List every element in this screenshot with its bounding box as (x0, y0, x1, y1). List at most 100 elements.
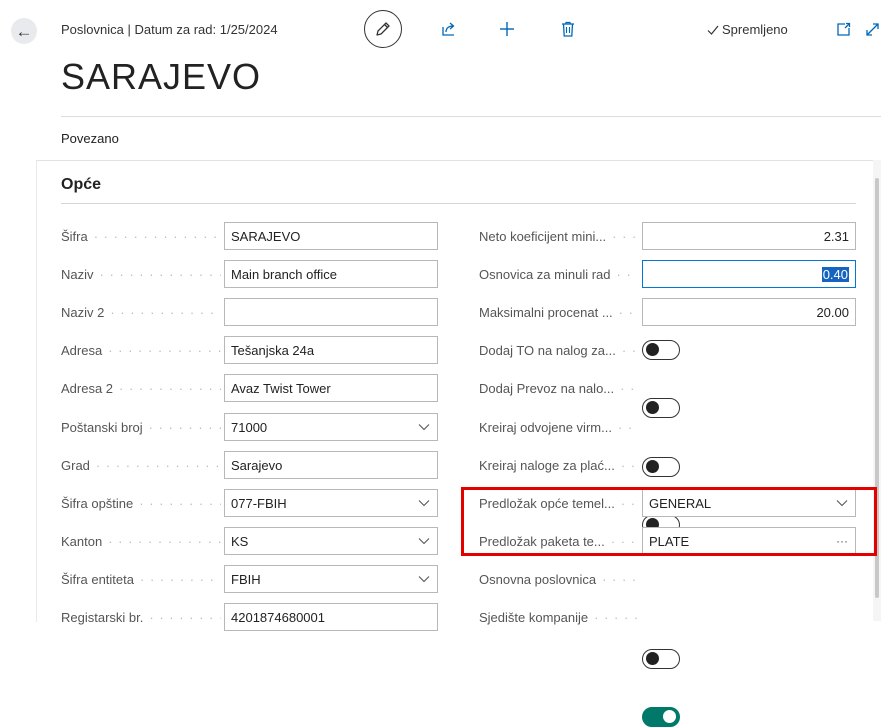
toggle-knob (646, 652, 659, 665)
chevron-down-icon[interactable] (417, 572, 431, 586)
field-leader-dots: · · · · · · · · · · · · · · · · · · (616, 266, 638, 282)
neto-koeficijent-mini-field[interactable]: 2.31 (642, 222, 856, 250)
field-label: Poštanski broj · · · · · · · · · · · · · … (61, 413, 221, 441)
field-value: Avaz Twist Tower (231, 380, 331, 396)
field-value: 4201874680001 (231, 609, 325, 625)
chevron-down-icon[interactable] (417, 534, 431, 548)
field-value: KS (231, 533, 249, 549)
field-label-text: Kanton (61, 533, 103, 549)
delete-button[interactable] (557, 18, 579, 40)
field-leader-dots: · · · · · · · · · · · · · · · · · · (110, 304, 221, 320)
dodaj-to-na-nalog-za-toggle[interactable] (642, 340, 680, 360)
expand-button[interactable] (864, 18, 881, 40)
naziv-field[interactable]: Main branch office (224, 260, 438, 288)
new-button[interactable] (496, 18, 518, 40)
field-leader-dots: · · · · · · · · · · · · · · · · · · (108, 533, 221, 549)
expand-icon (866, 22, 879, 36)
header-divider (61, 116, 881, 117)
chevron-down-icon[interactable] (417, 420, 431, 434)
field-label-text: Adresa (61, 342, 103, 358)
field-label-text: Dodaj TO na nalog za... (479, 342, 616, 358)
field-label-text: Naziv (61, 266, 94, 282)
back-button[interactable]: ← (11, 18, 37, 44)
field-label-text: Poštanski broj (61, 419, 143, 435)
field-value: Tešanjska 24a (231, 342, 315, 358)
osnovica-za-minuli-rad-field[interactable]: 0.40 (642, 260, 856, 288)
toggle-knob (646, 343, 659, 356)
field-leader-dots: · · · · · · · · · · · · · · · · · · (594, 609, 637, 625)
field-label: Osnovica za minuli rad · · · · · · · · · … (479, 260, 637, 288)
field-leader-dots: · · · · · · · · · · · · · · · · · · (140, 571, 221, 587)
field-leader-dots: · · · · · · · · · · · · · · · · · · (95, 457, 221, 473)
field-leader-dots: · · · · · · · · · · · · · · · · · · (149, 609, 221, 625)
field-label: Sjedište kompanije · · · · · · · · · · · … (479, 603, 637, 631)
chevron-down-icon[interactable] (417, 496, 431, 510)
pencil-icon (376, 22, 390, 36)
field-label: Adresa · · · · · · · · · · · · · · · · · … (61, 336, 221, 364)
checkmark-icon (707, 25, 719, 35)
field-leader-dots: · · · · · · · · · · · · · · · · · · (617, 419, 637, 435)
field-leader-dots: · · · · · · · · · · · · · · · · · · (99, 266, 221, 282)
field-label: Maksimalni procenat ... · · · · · · · · ·… (479, 298, 637, 326)
field-label: Kreiraj odvojene virm... · · · · · · · · … (479, 413, 637, 441)
field-value: Sarajevo (231, 457, 283, 473)
kanton-field[interactable]: KS (224, 527, 438, 555)
field-label: Dodaj Prevoz na nalo... · · · · · · · · ·… (479, 374, 637, 402)
maksimalni-procenat-field[interactable]: 20.00 (642, 298, 856, 326)
naziv-2-field[interactable] (224, 298, 438, 326)
field-leader-dots: · · · · · · · · · · · · · · · · · · (621, 342, 637, 358)
sjediste-kompanije-toggle[interactable] (642, 707, 680, 727)
kreiraj-odvojene-virm-toggle[interactable] (642, 457, 680, 477)
field-leader-dots: · · · · · · · · · · · · · · · · · · (618, 304, 637, 320)
field-leader-dots: · · · · · · · · · · · · · · · · · · (93, 228, 221, 244)
highlight-box (461, 487, 877, 556)
field-label-text: Osnovna poslovnica (479, 571, 597, 587)
field-leader-dots: · · · · · · · · · · · · · · · · · · (620, 380, 637, 396)
field-label-text: Kreiraj odvojene virm... (479, 419, 612, 435)
field-label-text: Registarski br. (61, 609, 144, 625)
field-label: Šifra entiteta · · · · · · · · · · · · · … (61, 565, 221, 593)
sifra-entiteta-field[interactable]: FBIH (224, 565, 438, 593)
grad-field[interactable]: Sarajevo (224, 451, 438, 479)
dodaj-prevoz-na-nalo-toggle[interactable] (642, 398, 680, 418)
field-label-text: Naziv 2 (61, 304, 105, 320)
field-label: Naziv · · · · · · · · · · · · · · · · · · (61, 260, 221, 288)
osnovna-poslovnica-toggle[interactable] (642, 649, 680, 669)
field-label: Šifra · · · · · · · · · · · · · · · · · · (61, 222, 221, 250)
sifra-field[interactable]: SARAJEVO (224, 222, 438, 250)
field-label-text: Neto koeficijent mini... (479, 228, 607, 244)
field-label-text: Grad (61, 457, 90, 473)
postanski-broj-field[interactable]: 71000 (224, 413, 438, 441)
field-label: Kreiraj naloge za plać... · · · · · · · ·… (479, 451, 637, 479)
field-label: Grad · · · · · · · · · · · · · · · · · · (61, 451, 221, 479)
registarski-br-field[interactable]: 4201874680001 (224, 603, 438, 631)
sifra-opstine-field[interactable]: 077-FBIH (224, 489, 438, 517)
plus-icon (500, 22, 514, 36)
adresa-field[interactable]: Tešanjska 24a (224, 336, 438, 364)
trash-icon (562, 21, 574, 37)
field-leader-dots: · · · · · · · · · · · · · · · · · · (139, 495, 221, 511)
field-leader-dots: · · · · · · · · · · · · · · · · · · (119, 380, 221, 396)
edit-button[interactable] (364, 10, 402, 48)
share-button[interactable] (438, 18, 460, 40)
field-label: Adresa 2 · · · · · · · · · · · · · · · · … (61, 374, 221, 402)
field-label: Šifra opštine · · · · · · · · · · · · · ·… (61, 489, 221, 517)
field-label: Dodaj TO na nalog za... · · · · · · · · ·… (479, 336, 637, 364)
open-new-window-button[interactable] (832, 18, 854, 40)
section-title-general[interactable]: Opće (61, 176, 101, 194)
related-menu[interactable]: Povezano (61, 131, 119, 146)
field-value: 2.31 (823, 228, 849, 244)
field-label: Naziv 2 · · · · · · · · · · · · · · · · ·… (61, 298, 221, 326)
field-label: Neto koeficijent mini... · · · · · · · · … (479, 222, 637, 250)
open-in-new-icon (836, 22, 850, 36)
adresa-2-field[interactable]: Avaz Twist Tower (224, 374, 438, 402)
field-label-text: Šifra entiteta (61, 571, 134, 587)
field-label-text: Dodaj Prevoz na nalo... (479, 380, 615, 396)
field-label-text: Šifra opštine (61, 495, 134, 511)
field-leader-dots: · · · · · · · · · · · · · · · · · · (148, 419, 221, 435)
toggle-knob (663, 710, 676, 723)
page-title: SARAJEVO (61, 56, 262, 97)
field-label-text: Maksimalni procenat ... (479, 304, 613, 320)
toggle-knob (646, 401, 659, 414)
field-value: FBIH (231, 571, 261, 587)
